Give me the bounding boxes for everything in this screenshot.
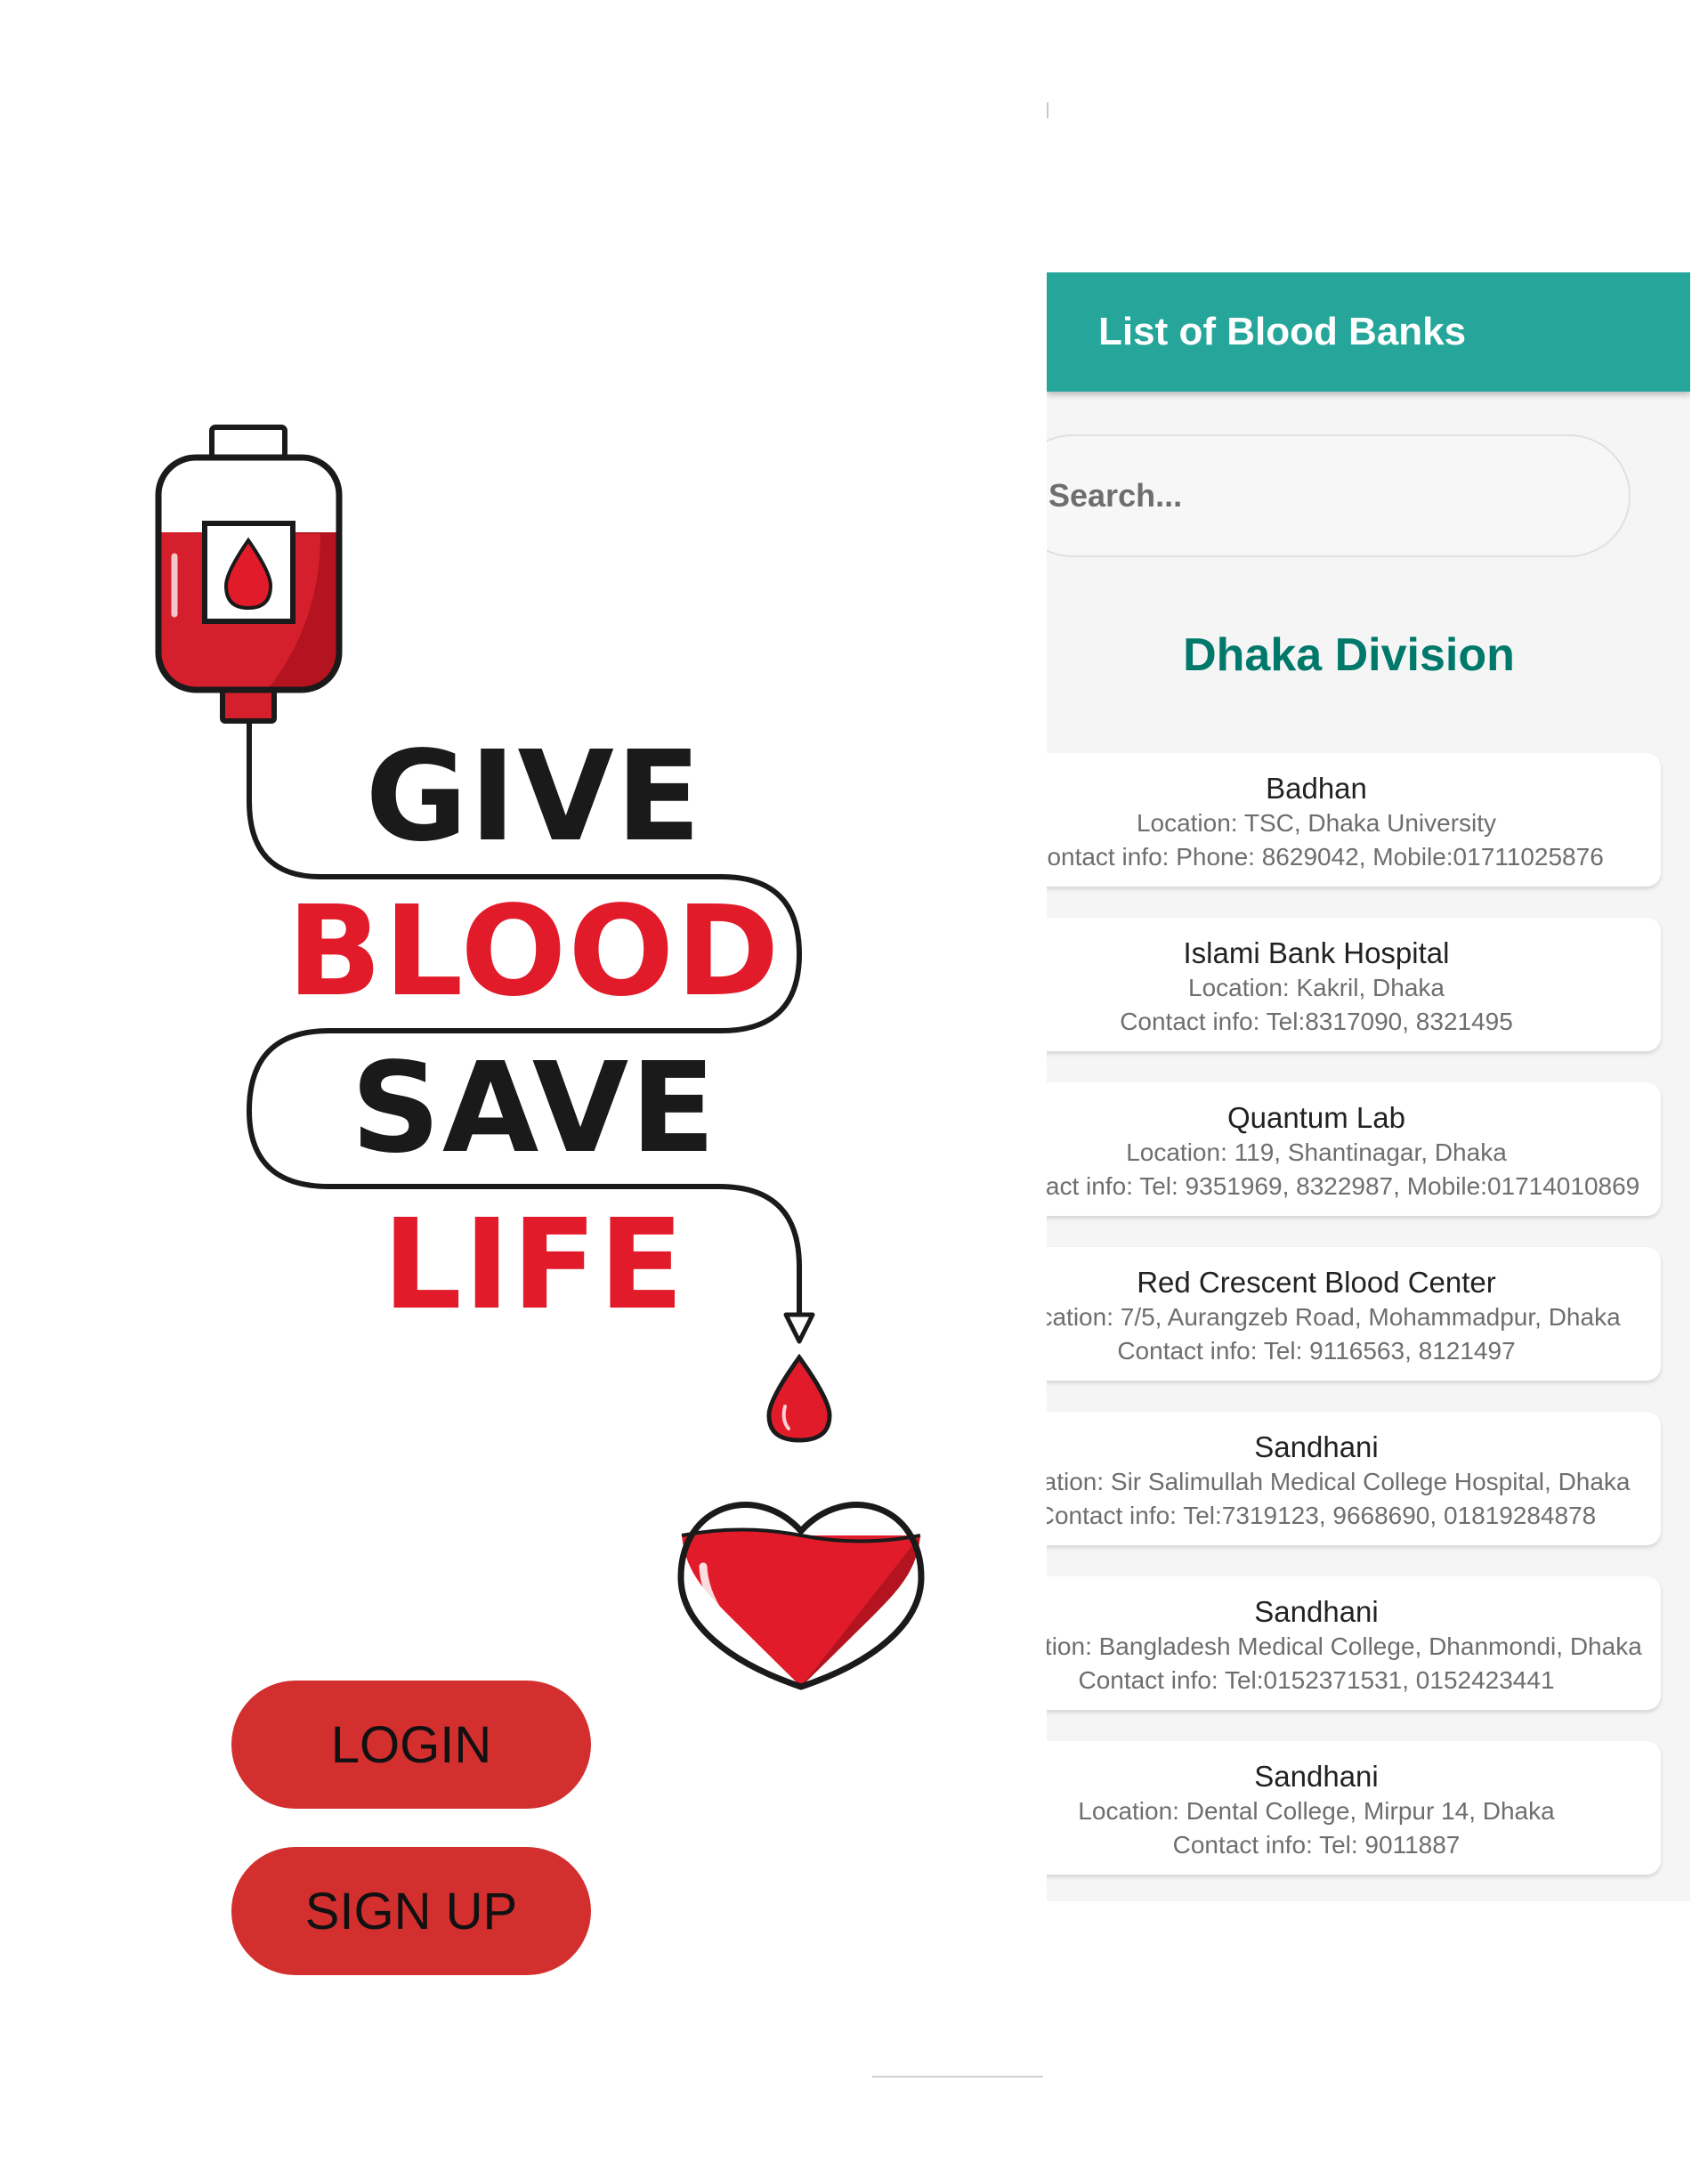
bank-location: Location: Sir Salimullah Medical College… [1047, 1468, 1631, 1495]
bank-name: Islami Bank Hospital [1183, 936, 1450, 969]
divider [872, 2076, 1043, 2078]
bank-location: Location: Kakril, Dhaka [1188, 974, 1445, 1001]
bank-contact: Contact info: Tel:0152371531, 0152423441 [1078, 1666, 1555, 1694]
blood-bank-card[interactable]: Islami Bank Hospital Location: Kakril, D… [1047, 918, 1661, 1051]
bank-location: Location: 7/5, Aurangzeb Road, Mohammadp… [1047, 1303, 1621, 1331]
bank-location: Location: TSC, Dhaka University [1136, 809, 1497, 837]
bank-name: Sandhani [1254, 1595, 1379, 1628]
page-title: List of Blood Banks [1098, 310, 1467, 353]
bank-name: Red Crescent Blood Center [1137, 1266, 1496, 1299]
bank-name: Sandhani [1254, 1430, 1379, 1463]
blood-banks-screen: List of Blood Banks Dhaka Division Badha… [1047, 0, 1690, 2179]
bank-name: Sandhani [1254, 1760, 1379, 1793]
bank-contact: Contact info: Tel: 9116563, 8121497 [1117, 1337, 1516, 1365]
search-box[interactable] [1047, 434, 1631, 557]
division-heading: Dhaka Division [1183, 629, 1515, 681]
bank-location: Location: Dental College, Mirpur 14, Dha… [1078, 1797, 1555, 1825]
app-bar: List of Blood Banks [1047, 272, 1690, 392]
blood-bank-card[interactable]: Badhan Location: TSC, Dhaka University C… [1047, 753, 1661, 887]
bank-name: Quantum Lab [1227, 1101, 1405, 1134]
search-input[interactable] [1048, 436, 1583, 555]
logo-word-give: GIVE [365, 725, 703, 870]
blood-bank-card[interactable]: Quantum Lab Location: 119, Shantinagar, … [1047, 1082, 1661, 1216]
bank-location: Location: 119, Shantinagar, Dhaka [1126, 1138, 1507, 1166]
logo-word-save: SAVE [351, 1036, 717, 1181]
welcome-screen: GIVE BLOOD SAVE LIFE LOGIN SIGN UP [0, 0, 1046, 2179]
blood-bag-icon [155, 425, 343, 724]
bank-name: Badhan [1266, 772, 1367, 805]
bank-contact: Contact info: Tel:8317090, 8321495 [1120, 1008, 1513, 1035]
bank-location: Location: Bangladesh Medical College, Dh… [1047, 1632, 1642, 1660]
signup-button[interactable]: SIGN UP [231, 1847, 591, 1975]
bank-contact: Contact info: Tel: 9351969, 8322987, Mob… [1047, 1172, 1640, 1200]
blood-bank-card[interactable]: Sandhani Location: Bangladesh Medical Co… [1047, 1576, 1661, 1710]
logo-word-blood: BLOOD [287, 879, 781, 1025]
bank-contact: Contact info: Phone: 8629042, Mobile:017… [1047, 843, 1604, 871]
blood-bank-card[interactable]: Sandhani Location: Sir Salimullah Medica… [1047, 1412, 1661, 1545]
app-body: List of Blood Banks Dhaka Division Badha… [1047, 272, 1690, 1901]
logo-word-life: LIFE [382, 1193, 686, 1338]
blood-bank-list: Badhan Location: TSC, Dhaka University C… [1047, 753, 1661, 1901]
bank-contact: Contact info: Tel: 9011887 [1172, 1831, 1461, 1859]
blood-bank-card[interactable]: Sandhani Location: Dental College, Mirpu… [1047, 1741, 1661, 1875]
divider [1047, 102, 1048, 118]
blood-bank-card[interactable]: Red Crescent Blood Center Location: 7/5,… [1047, 1247, 1661, 1381]
login-button[interactable]: LOGIN [231, 1681, 591, 1809]
heart-icon [677, 1502, 926, 1692]
bank-contact: Contact info: Tel:7319123, 9668690, 0181… [1047, 1502, 1597, 1529]
